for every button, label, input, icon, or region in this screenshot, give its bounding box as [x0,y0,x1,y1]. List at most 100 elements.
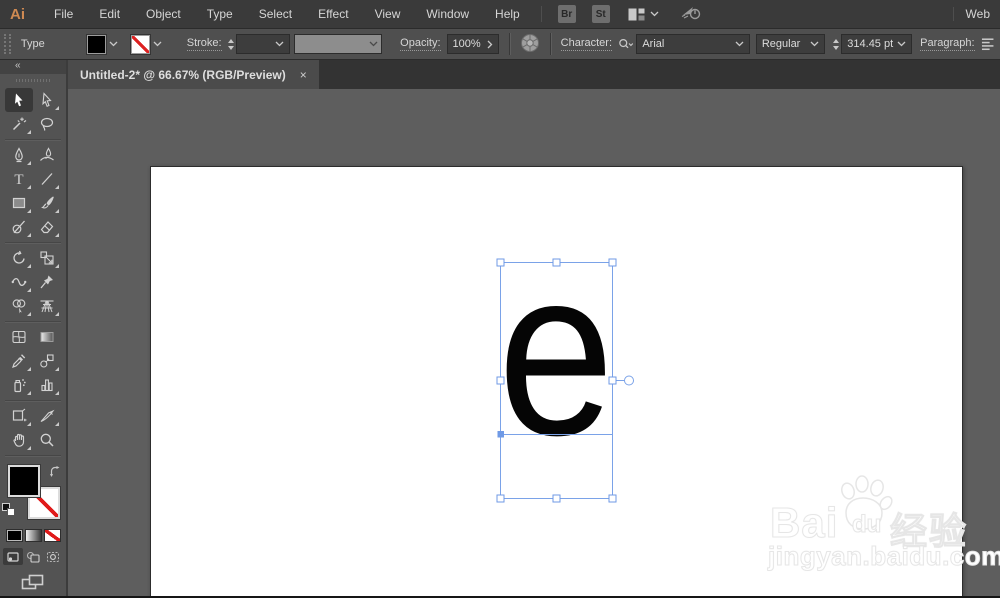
menu-view[interactable]: View [362,7,414,21]
document-tab[interactable]: Untitled-2* @ 66.67% (RGB/Preview) × [68,60,319,89]
tools-panel-collapse[interactable]: « [0,60,66,74]
tool-scale[interactable] [33,246,61,270]
tool-paintbrush[interactable] [33,191,61,215]
recolor-artwork-button[interactable] [520,33,540,56]
menu-effect[interactable]: Effect [305,7,361,21]
document-area: Untitled-2* @ 66.67% (RGB/Preview) × Bai [68,60,1000,596]
opacity-value: 100% [452,38,481,50]
brush-definition-dropdown[interactable] [293,34,383,54]
tool-symbol-sprayer[interactable] [5,373,33,397]
menu-object[interactable]: Object [133,7,194,21]
stroke-weight-stepper[interactable] [227,38,234,50]
align-left-icon[interactable] [981,37,994,51]
font-search-icon[interactable] [618,38,634,50]
column-graph-icon [41,379,53,392]
stroke-weight-field[interactable] [235,34,290,54]
default-fill-stroke-button[interactable] [2,503,16,517]
fill-color-control[interactable] [86,34,121,54]
flyout-indicator [55,106,59,110]
tool-eyedropper[interactable] [5,349,33,373]
flyout-indicator [55,312,59,316]
opacity-field[interactable]: 100% [446,34,499,54]
tool-blend[interactable] [33,349,61,373]
fill-color-swatch[interactable] [86,34,106,54]
tool-shaper[interactable] [5,215,33,239]
controlbar-divider [549,33,551,55]
tool-zoom[interactable] [33,428,61,452]
tool-rotate[interactable] [5,246,33,270]
tool-selection[interactable] [5,88,33,112]
tool-mesh[interactable] [5,325,33,349]
bridge-button[interactable]: Br [557,5,576,23]
tools-panel-grip[interactable] [16,79,50,82]
tool-magic-wand[interactable] [5,112,33,136]
shaper-icon [12,220,25,234]
artboard[interactable] [150,166,963,596]
tool-curvature[interactable] [33,143,61,167]
menu-type[interactable]: Type [194,7,246,21]
tool-rectangle[interactable] [5,191,33,215]
tool-grid: T [5,88,61,459]
menu-select[interactable]: Select [246,7,305,21]
canvas[interactable]: Bai du 经验 jingyan.baidu.com e [68,89,1000,596]
menu-file[interactable]: File [41,7,86,21]
tool-line-segment[interactable] [33,167,61,191]
tool-pen[interactable] [5,143,33,167]
tool-lasso[interactable] [33,112,61,136]
tool-type[interactable]: T [5,167,33,191]
workspace-switcher[interactable]: Web [952,7,1000,21]
menubar-divider [540,6,542,22]
font-family-field[interactable]: Arial [636,34,750,54]
tool-column-graph[interactable] [33,373,61,397]
fill-color-dropdown[interactable] [106,36,121,52]
paint-color-button[interactable] [5,529,23,542]
tool-group-divider [5,321,61,322]
swap-fill-stroke-button[interactable] [49,465,62,483]
arrange-documents-button[interactable] [628,8,659,21]
stroke-color-swatch[interactable] [130,34,150,54]
paint-none-button[interactable] [43,529,61,542]
stock-button[interactable]: St [591,5,610,23]
gpu-performance-button[interactable] [681,5,703,24]
menu-help[interactable]: Help [482,7,533,21]
paragraph-panel-link[interactable]: Paragraph: [920,37,975,51]
panel-grip[interactable] [4,34,11,54]
tool-direct-selection[interactable] [33,88,61,112]
change-screen-mode-button[interactable] [21,574,45,596]
draw-inside-button[interactable] [43,548,63,565]
flyout-indicator [55,264,59,268]
font-style-dropdown[interactable]: Regular [755,34,826,54]
font-size-value: 314.45 pt [847,38,894,50]
eyedropper-icon [12,354,26,368]
flyout-indicator [27,130,31,134]
illustrator-window: Ai File Edit Object Type Select Effect V… [0,0,1000,598]
selection-arrow-icon [15,93,23,107]
tool-slice[interactable] [33,404,61,428]
draw-behind-button[interactable] [23,548,43,565]
stroke-color-control[interactable] [130,34,165,54]
stroke-panel-link[interactable]: Stroke: [186,37,222,51]
stroke-color-dropdown[interactable] [150,36,165,52]
tool-artboard[interactable] [5,404,33,428]
tool-perspective-grid[interactable] [33,294,61,318]
direct-selection-arrow-icon [42,92,52,108]
font-size-field[interactable]: 314.45 pt [841,34,913,54]
font-size-stepper[interactable] [833,38,840,50]
tool-width[interactable] [5,270,33,294]
draw-normal-button[interactable] [3,548,23,565]
symbol-sprayer-icon [14,379,26,393]
character-panel-link[interactable]: Character: [560,37,612,51]
tool-hand[interactable] [5,428,33,452]
tool-eraser[interactable] [33,215,61,239]
tool-gradient[interactable] [33,325,61,349]
tool-puppet-warp[interactable] [33,270,61,294]
tool-shape-builder[interactable] [5,294,33,318]
fill-proxy-black[interactable] [8,465,40,497]
menu-window[interactable]: Window [413,7,482,21]
opacity-panel-link[interactable]: Opacity: [400,37,441,51]
stepper-down-icon [227,45,234,50]
menu-edit[interactable]: Edit [86,7,133,21]
flyout-indicator [55,391,59,395]
paint-gradient-button[interactable] [24,529,42,542]
tab-close-icon[interactable]: × [300,68,307,82]
